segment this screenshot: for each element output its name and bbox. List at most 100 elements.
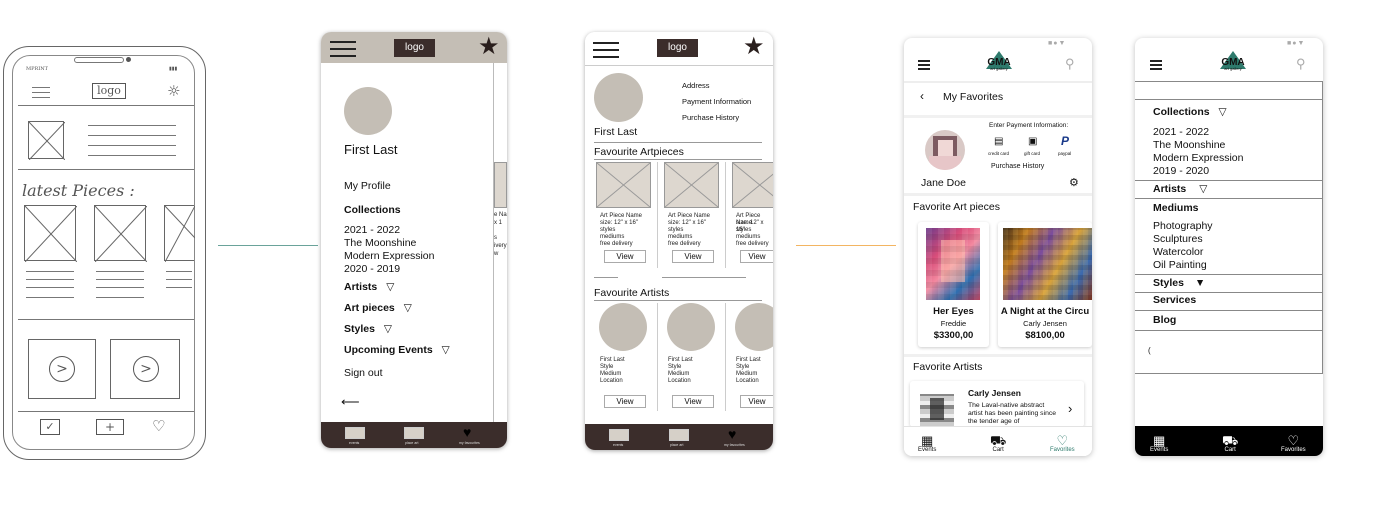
art-image[interactable] [664, 162, 719, 208]
page-title: My Favorites [943, 91, 1004, 103]
sketch-heart-icon[interactable]: ♡ [152, 417, 165, 435]
artist-card-line: First Last [668, 357, 693, 363]
menu-collections[interactable]: Collections ▽ [1153, 106, 1227, 118]
menu-artists[interactable]: Artists ▽ [1153, 183, 1207, 195]
art-card[interactable]: Her Eyes Freddie $3300,00 [918, 222, 989, 347]
sketch-menu-icon[interactable] [32, 87, 50, 99]
chevron-right-icon[interactable]: › [1068, 401, 1072, 416]
wireframe-menu-screen: logo ★ First Last My Profile Collections… [321, 32, 507, 448]
credit-card-icon[interactable]: ▤ [994, 136, 1003, 147]
menu-icon[interactable] [918, 60, 930, 70]
artist-avatar[interactable] [735, 303, 773, 351]
profile-link-payment[interactable]: Payment Information [682, 97, 751, 106]
view-button[interactable]: View [740, 395, 773, 408]
sketch-plus-icon[interactable]: + [96, 419, 124, 435]
payment-option-label: credit card [988, 151, 1010, 156]
artist-card-line: First Last [600, 357, 625, 363]
medium-item[interactable]: Sculptures [1153, 233, 1203, 246]
search-icon[interactable]: ⚲ [1296, 56, 1306, 72]
menu-artists[interactable]: Artists ▽ [344, 281, 394, 293]
collection-item[interactable]: 2021 - 2022 [1153, 126, 1209, 139]
back-icon[interactable]: ‹ [920, 89, 924, 103]
search-icon[interactable]: ⚲ [1065, 56, 1075, 72]
art-artist: Carly Jensen [1023, 319, 1067, 328]
view-button[interactable]: View [604, 395, 646, 408]
menu-styles-label: Styles [344, 323, 375, 335]
caret-down-icon: ▼ [1194, 277, 1206, 289]
sketch-play-box[interactable]: > [110, 339, 180, 399]
art-card[interactable]: A Night at the Circu Carly Jensen $8100,… [998, 222, 1092, 347]
menu-upcoming-events[interactable]: Upcoming Events ▽ [344, 344, 450, 356]
events-icon[interactable] [345, 427, 365, 439]
collection-item[interactable]: 2020 - 2019 [344, 263, 400, 276]
nav-label: events [613, 443, 624, 447]
medium-item[interactable]: Watercolor [1153, 246, 1203, 259]
collection-item[interactable]: Modern Expression [1153, 152, 1243, 165]
menu-styles[interactable]: Styles ▽ [344, 323, 392, 335]
menu-icon[interactable] [330, 41, 356, 57]
hifi-menu-screen: ■●▼ GMA art gallery ⚲ Collections ▽ 2021… [1135, 38, 1323, 456]
user-avatar[interactable] [925, 130, 965, 170]
view-button[interactable]: View [672, 395, 714, 408]
artist-card-line: Location [668, 378, 691, 384]
nav-events[interactable]: ▦ Events [918, 434, 936, 453]
section-title: Favourite Artists [594, 287, 670, 299]
paypal-icon[interactable]: P [1061, 134, 1069, 148]
profile-link-address[interactable]: Address [682, 81, 710, 90]
menu-icon[interactable] [1150, 60, 1162, 70]
back-arrow-icon[interactable]: ⟵ [341, 394, 360, 410]
sketch-divider [18, 105, 194, 106]
artist-card[interactable]: Carly Jensen The Laval-native abstract a… [910, 381, 1084, 427]
heart-icon[interactable]: ♥ [463, 424, 471, 440]
view-button[interactable]: View [672, 250, 714, 263]
chevron-down-icon: ▽ [403, 302, 412, 314]
menu-sign-out[interactable]: Sign out [344, 367, 383, 379]
nav-favorites[interactable]: ♡ Favorites [1050, 434, 1075, 453]
art-image[interactable] [732, 162, 773, 208]
heart-icon: ♡ [1056, 433, 1069, 448]
profile-link-history[interactable]: Purchase History [682, 113, 739, 122]
art-image[interactable] [596, 162, 651, 208]
settings-gear-icon[interactable]: ⚙ [1069, 176, 1079, 189]
collection-item[interactable]: The Moonshine [1153, 139, 1225, 152]
nav-events[interactable]: ▦ Events [1150, 434, 1168, 453]
menu-services[interactable]: Services [1153, 294, 1196, 306]
medium-item[interactable]: Photography [1153, 220, 1213, 233]
sketch-play-box[interactable]: > [28, 339, 96, 399]
place-art-icon[interactable] [669, 429, 689, 441]
view-button[interactable]: View [604, 250, 646, 263]
purchase-history-link[interactable]: Purchase History [991, 163, 1044, 170]
view-button[interactable]: View [740, 250, 773, 263]
nav-cart[interactable]: ⛟ Cart [990, 434, 1006, 453]
art-card-line: free delivery [668, 241, 701, 247]
menu-collections[interactable]: Collections [344, 204, 401, 216]
gift-card-icon[interactable]: ▣ [1028, 136, 1037, 147]
section-divider [904, 354, 1092, 357]
artist-avatar[interactable] [599, 303, 647, 351]
menu-icon[interactable] [593, 42, 619, 58]
collection-item[interactable]: The Moonshine [344, 237, 416, 250]
heart-icon[interactable]: ♥ [728, 426, 736, 442]
nav-cart[interactable]: ⛟ Cart [1222, 434, 1238, 453]
chevron-down-icon: ▽ [441, 344, 450, 356]
art-card-line: Art Piece Name [600, 213, 643, 219]
medium-item[interactable]: Oil Painting [1153, 259, 1207, 272]
artist-avatar[interactable] [667, 303, 715, 351]
menu-mediums[interactable]: Mediums [1153, 202, 1199, 214]
events-icon[interactable] [609, 429, 629, 441]
collection-item[interactable]: 2019 - 2020 [1153, 165, 1209, 178]
menu-art-pieces[interactable]: Art pieces ▽ [344, 302, 412, 314]
sketch-check-icon[interactable]: ✓ [40, 419, 60, 435]
menu-blog[interactable]: Blog [1153, 314, 1176, 326]
menu-styles[interactable]: Styles ▼ [1153, 277, 1205, 289]
sketch-settings-icon[interactable]: ☼ [167, 82, 180, 100]
collection-item[interactable]: Modern Expression [344, 250, 434, 263]
flow-connector [218, 245, 318, 246]
place-art-icon[interactable] [404, 427, 424, 439]
menu-my-profile[interactable]: My Profile [344, 180, 391, 192]
star-icon[interactable]: ★ [478, 35, 500, 59]
collection-item[interactable]: 2021 - 2022 [344, 224, 400, 237]
star-icon[interactable]: ★ [743, 35, 765, 59]
nav-favorites[interactable]: ♡ Favorites [1281, 434, 1306, 453]
artist-card-line: Medium [668, 371, 690, 377]
